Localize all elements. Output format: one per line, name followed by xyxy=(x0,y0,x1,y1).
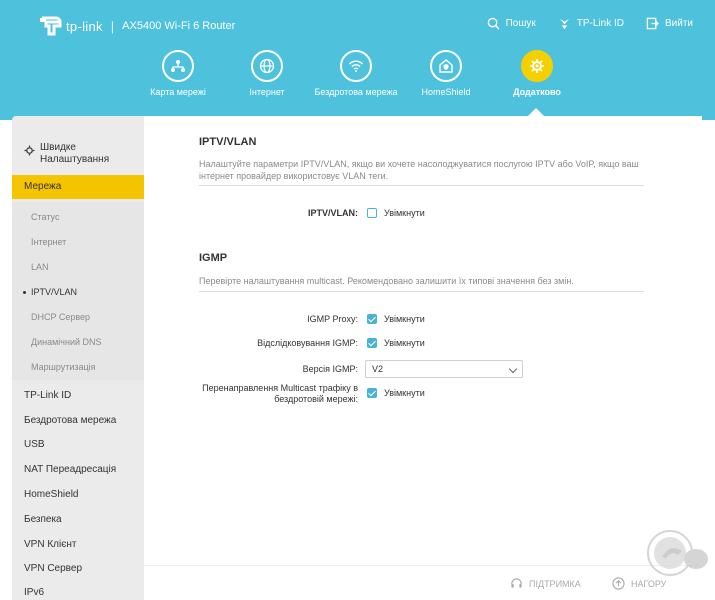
sidebar-sub-routing[interactable]: Маршрутизація xyxy=(12,356,144,378)
nav-advanced[interactable]: Додатково xyxy=(487,50,587,97)
sidebar-item-vpn-server[interactable]: VPN Сервер xyxy=(12,557,144,581)
nav-homeshield-label: HomeShield xyxy=(421,87,471,97)
search-link-label: Пошук xyxy=(505,18,536,29)
igmp-section-description: Перевірте налаштування multicast. Рекоме… xyxy=(199,276,574,286)
logout-icon xyxy=(646,17,659,30)
multicast-forward-checkbox[interactable] xyxy=(367,388,377,398)
igmp-version-label: Версія IGMP: xyxy=(302,364,358,374)
arrow-up-icon xyxy=(612,577,625,590)
model-name: AX5400 Wi-Fi 6 Router xyxy=(122,20,236,32)
multicast-forward-label-line1: Перенаправлення Multicast трафіку в xyxy=(202,383,358,393)
tp-link-id-link[interactable]: TP-Link ID xyxy=(558,17,624,30)
igmp-snooping-checkbox[interactable] xyxy=(367,338,377,348)
headset-icon xyxy=(511,578,522,588)
nav-internet-label: Інтернет xyxy=(249,87,285,97)
active-nav-caret xyxy=(528,108,544,116)
sidebar-item-network[interactable]: Мережа xyxy=(12,175,144,199)
logout-label: Вийти xyxy=(664,18,693,29)
iptv-section-title: IPTV/VLAN xyxy=(199,136,257,148)
sidebar-sub-lan[interactable]: LAN xyxy=(12,256,144,278)
sidebar-sub-dynamic-dns[interactable]: Динамічний DNS xyxy=(12,331,144,353)
sidebar-quick-setup-label: Швидке Налаштування xyxy=(40,142,110,165)
sidebar-network-submenu: Статус Інтернет LAN IPTV/VLAN DHCP Серве… xyxy=(12,202,144,380)
igmp-divider xyxy=(199,291,644,292)
brand-name: tp-link xyxy=(66,18,103,34)
iptv-vlan-checkbox[interactable] xyxy=(367,208,377,218)
brand-separator: | xyxy=(110,18,115,34)
igmp-version-value: V2 xyxy=(372,364,384,374)
sidebar: Швидке Налаштування Мережа Статус Інтерн… xyxy=(12,116,144,600)
nav-network-map-label: Карта мережі xyxy=(150,87,206,97)
igmp-section-title: IGMP xyxy=(199,252,228,264)
wifi-icon xyxy=(348,60,364,72)
globe-icon xyxy=(259,58,275,74)
main-nav: Карта мережі Інтернет Бездротова мережа … xyxy=(0,50,715,120)
sidebar-item-tp-link-id[interactable]: TP-Link ID xyxy=(12,384,144,408)
multicast-forward-label: Перенаправлення Multicast трафіку в безд… xyxy=(198,383,358,405)
sidebar-item-nat-forwarding[interactable]: NAT Переадресація xyxy=(12,458,144,482)
sidebar-sub-internet[interactable]: Інтернет xyxy=(12,231,144,253)
nav-advanced-label: Додатково xyxy=(513,87,561,97)
support-label: ПІДТРИМКА xyxy=(529,578,581,589)
iptv-section-description: Налаштуйте параметри IPTV/VLAN, якщо ви … xyxy=(199,159,639,181)
iptv-divider xyxy=(199,185,644,186)
chevron-down-icon xyxy=(508,364,518,374)
support-link[interactable]: ПІДТРИМКА xyxy=(510,577,581,590)
active-dot xyxy=(23,291,26,294)
nav-homeshield[interactable]: HomeShield xyxy=(396,50,496,97)
back-to-top-label: НАГОРУ xyxy=(631,578,667,589)
header-bar: tp-link | AX5400 Wi-Fi 6 Router Пошук TP… xyxy=(0,0,715,120)
home-shield-icon xyxy=(439,59,453,73)
igmp-proxy-checkbox[interactable] xyxy=(367,314,377,324)
sidebar-item-vpn-client[interactable]: VPN Клієнт xyxy=(12,533,144,557)
igmp-version-select[interactable]: V2 xyxy=(365,360,523,378)
logout-link[interactable]: Вийти xyxy=(646,17,693,30)
sidebar-sub-dhcp-server[interactable]: DHCP Сервер xyxy=(12,306,144,328)
nav-network-map[interactable]: Карта мережі xyxy=(128,50,228,97)
sidebar-item-quick-setup[interactable]: Швидке Налаштування xyxy=(12,142,144,166)
sidebar-item-usb[interactable]: USB xyxy=(12,433,144,457)
tp-link-id-label: TP-Link ID xyxy=(576,18,624,29)
igmp-snooping-checkbox-label: Увімкнути xyxy=(384,338,425,348)
sidebar-item-ipv6[interactable]: IPv6 xyxy=(12,581,144,600)
iptv-vlan-checkbox-label: Увімкнути xyxy=(384,208,425,218)
nav-wireless[interactable]: Бездротова мережа xyxy=(306,50,406,97)
user-icon xyxy=(559,18,569,30)
sidebar-item-wireless[interactable]: Бездротова мережа xyxy=(12,409,144,433)
gear-icon xyxy=(530,59,544,73)
search-link[interactable]: Пошук xyxy=(487,17,536,30)
main-content: IPTV/VLAN Налаштуйте параметри IPTV/VLAN… xyxy=(144,116,702,600)
tp-link-logo[interactable]: tp-link | AX5400 Wi-Fi 6 Router xyxy=(36,14,235,38)
multicast-forward-checkbox-label: Увімкнути xyxy=(384,388,425,398)
igmp-proxy-label: IGMP Proxy: xyxy=(307,314,358,324)
search-icon xyxy=(487,17,500,30)
sidebar-item-security[interactable]: Безпека xyxy=(12,508,144,532)
gear-icon xyxy=(24,145,35,156)
top-links: Пошук TP-Link ID Вийти xyxy=(487,17,693,30)
sidebar-sub-status[interactable]: Статус xyxy=(12,206,144,228)
sidebar-sub-iptv-vlan[interactable]: IPTV/VLAN xyxy=(12,281,144,303)
igmp-proxy-checkbox-label: Увімкнути xyxy=(384,314,425,324)
iptv-vlan-label: IPTV/VLAN: xyxy=(307,208,358,218)
nav-wireless-label: Бездротова мережа xyxy=(314,87,398,97)
igmp-snooping-label: Відслідковування IGMP: xyxy=(257,338,358,348)
tp-link-logo-icon xyxy=(40,16,62,36)
multicast-forward-label-line2: бездротовій мережі: xyxy=(274,394,358,404)
nav-internet[interactable]: Інтернет xyxy=(217,50,317,97)
sidebar-item-homeshield[interactable]: HomeShield xyxy=(12,483,144,507)
network-map-icon xyxy=(171,60,185,72)
sidebar-sub-iptv-vlan-label: IPTV/VLAN xyxy=(31,287,78,297)
watermark-logo xyxy=(647,530,708,576)
